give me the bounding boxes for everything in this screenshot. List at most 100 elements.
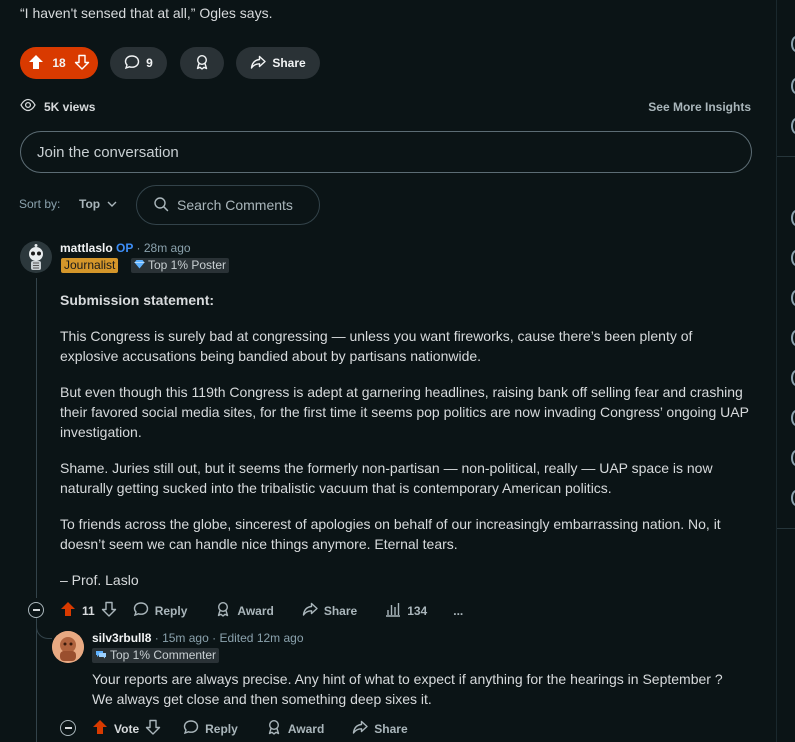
- user-flair: Journalist: [61, 258, 119, 273]
- chat-icon: [95, 648, 107, 663]
- comment-time: 28m ago: [143, 241, 191, 255]
- sort-label: Sort by:: [19, 197, 61, 211]
- award-label: Award: [287, 721, 325, 736]
- share-icon: [352, 719, 368, 738]
- downvote-icon[interactable]: [145, 719, 161, 738]
- search-placeholder: Search Comments: [177, 197, 293, 213]
- comment-signature: – Prof. Laslo: [60, 572, 139, 588]
- top-poster-badge: Top 1% Poster: [131, 258, 230, 273]
- comment-author[interactable]: mattlaslo: [60, 241, 113, 255]
- post-detail: “I haven't sensed that at all,” Ogles sa…: [0, 0, 776, 742]
- sidebar-item-icon[interactable]: [791, 36, 795, 52]
- sidebar-item-icon[interactable]: [791, 450, 795, 466]
- top-commenter-badge: Top 1% Commenter: [92, 648, 220, 663]
- comment-heading: Submission statement:: [60, 292, 215, 308]
- comment-paragraph: But even though this 119th Congress is a…: [60, 384, 749, 440]
- comment-count: 9: [146, 56, 153, 70]
- more-options-button[interactable]: ...: [453, 604, 463, 618]
- post-vote-pill: 18: [20, 47, 98, 79]
- award-button[interactable]: Award: [266, 719, 324, 738]
- share-button[interactable]: Share: [236, 47, 320, 79]
- insights-count: 134: [407, 603, 428, 618]
- share-label: Share: [374, 721, 408, 736]
- comment-body: Submission statement: This Congress is s…: [60, 290, 750, 606]
- comment-icon: [124, 54, 140, 73]
- thread-line[interactable]: [36, 278, 37, 598]
- award-button[interactable]: [180, 47, 224, 79]
- reply-button[interactable]: Reply: [183, 719, 238, 738]
- upvote-icon[interactable]: [60, 601, 76, 620]
- comment-icon: [133, 601, 149, 620]
- post-vote-count: 18: [52, 56, 66, 70]
- reply-connector: [36, 622, 52, 639]
- award-icon: [215, 601, 231, 620]
- comment-vote: Vote: [92, 719, 161, 738]
- reply-label: Reply: [205, 721, 238, 736]
- sidebar-item-icon[interactable]: [791, 330, 795, 346]
- award-button[interactable]: Award: [215, 601, 274, 620]
- edited-time: Edited 12m ago: [219, 631, 304, 645]
- sort-dropdown[interactable]: Top: [79, 197, 117, 211]
- award-icon: [266, 719, 282, 738]
- post-quote: “I haven't sensed that at all,” Ogles sa…: [20, 5, 273, 21]
- badge-label: Top 1% Commenter: [110, 648, 217, 662]
- vote-label: Vote: [114, 721, 140, 736]
- insights-button[interactable]: 134: [385, 601, 427, 620]
- diamond-icon: [134, 258, 145, 273]
- bar-chart-icon: [385, 601, 401, 620]
- sidebar-item-icon[interactable]: [791, 370, 795, 386]
- views-indicator: 5K views: [20, 98, 95, 115]
- sidebar-item-icon[interactable]: [791, 78, 795, 94]
- separator: ·: [212, 631, 217, 645]
- eye-icon: [20, 98, 36, 115]
- comment-paragraph: Shame. Juries still out, but it seems th…: [60, 460, 713, 496]
- sidebar-item-icon[interactable]: [791, 118, 795, 134]
- right-sidebar: [776, 0, 795, 742]
- comment-body: Your reports are always precise. Any hin…: [92, 671, 723, 707]
- see-more-insights-link[interactable]: See More Insights: [648, 100, 751, 114]
- avatar[interactable]: [52, 631, 84, 663]
- separator: ·: [154, 631, 159, 645]
- sidebar-item-icon[interactable]: [791, 250, 795, 266]
- upvote-icon[interactable]: [92, 719, 108, 738]
- share-label: Share: [323, 603, 358, 618]
- thread-line[interactable]: [36, 618, 37, 742]
- share-button[interactable]: Share: [302, 601, 357, 620]
- comment-actions: 11 Reply Award Share 134 ...: [60, 601, 463, 620]
- share-icon: [302, 601, 318, 620]
- comment-author[interactable]: silv3rbull8: [92, 631, 151, 645]
- sort-value: Top: [79, 197, 101, 211]
- badge-label: Top 1% Poster: [148, 258, 227, 272]
- comment-time: 15m ago: [162, 631, 209, 645]
- join-conversation-input[interactable]: Join the conversation: [20, 131, 752, 173]
- sidebar-item-icon[interactable]: [791, 290, 795, 306]
- comment-icon: [183, 719, 199, 738]
- share-label: Share: [272, 56, 306, 70]
- sidebar-item-icon[interactable]: [791, 490, 795, 506]
- downvote-icon[interactable]: [101, 601, 117, 620]
- downvote-icon[interactable]: [74, 54, 90, 73]
- search-icon: [153, 196, 169, 215]
- reply-label: Reply: [154, 603, 188, 618]
- separator: ·: [136, 241, 141, 255]
- comment-header: mattlaslo OP · 28m ago: [60, 241, 191, 255]
- avatar[interactable]: [20, 241, 52, 273]
- op-badge: OP: [116, 241, 134, 255]
- upvote-icon[interactable]: [28, 54, 44, 73]
- comment-paragraph: To friends across the globe, sincerest o…: [60, 516, 721, 552]
- collapse-button[interactable]: [60, 720, 76, 736]
- share-button[interactable]: Share: [352, 719, 408, 738]
- sidebar-divider: [777, 156, 795, 157]
- reply-button[interactable]: Reply: [133, 601, 188, 620]
- comments-button[interactable]: 9: [110, 47, 167, 79]
- sidebar-item-icon[interactable]: [791, 210, 795, 226]
- sidebar-item-icon[interactable]: [791, 410, 795, 426]
- comment-vote: 11: [60, 601, 117, 620]
- sidebar-divider: [777, 528, 795, 529]
- share-icon: [250, 54, 267, 73]
- award-icon: [194, 54, 210, 73]
- award-label: Award: [237, 603, 274, 618]
- chevron-down-icon: [107, 197, 117, 211]
- search-comments-input[interactable]: Search Comments: [136, 185, 320, 225]
- collapse-button[interactable]: [28, 602, 44, 618]
